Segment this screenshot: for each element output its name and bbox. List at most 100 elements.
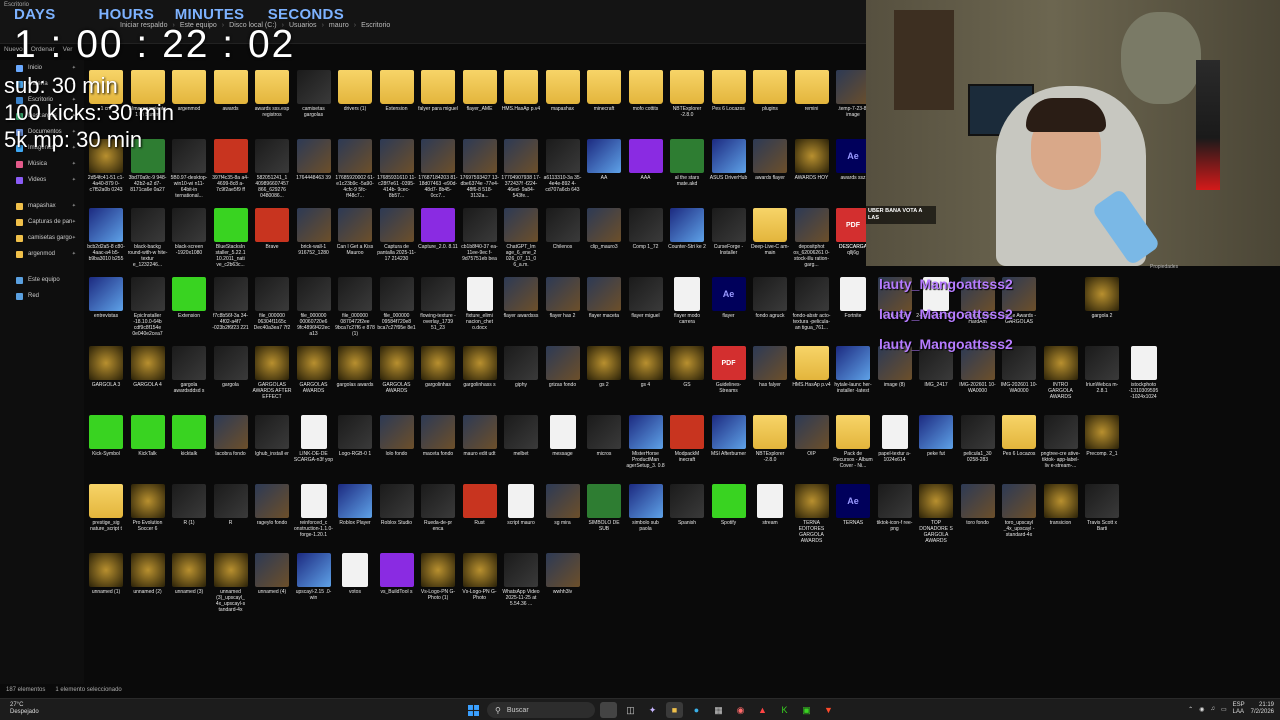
kick-icon[interactable]: K <box>776 702 793 718</box>
desktop-item[interactable]: unnamed (2) <box>128 553 168 595</box>
desktop-item[interactable]: fixture_elimi nacion_chet o.docx <box>460 277 500 331</box>
desktop-item[interactable]: CurseForge - Installer <box>709 208 749 256</box>
store-icon[interactable]: ▦ <box>710 702 727 718</box>
desktop-item[interactable]: GARGOLA 3 <box>86 346 126 388</box>
desktop-item[interactable]: Extension <box>377 70 417 112</box>
desktop-item[interactable]: Chilenos <box>543 208 583 250</box>
desktop-item[interactable]: AAA <box>626 139 666 181</box>
desktop-item[interactable]: Captura de pantalla 2025-11-17 214230 <box>377 208 417 262</box>
desktop-item[interactable]: PDF Guidelines- Streams <box>709 346 749 394</box>
desktop-item[interactable]: Fortnite <box>833 277 873 319</box>
desktop-item[interactable]: drivers (1) <box>335 70 375 112</box>
battery-icon[interactable]: ▭ <box>1221 706 1227 713</box>
desktop-item[interactable]: MSI Afterburner <box>709 415 749 457</box>
desktop-item[interactable]: gargola awardsddsd s <box>169 346 209 394</box>
desktop-item[interactable]: depositphot os_62006261 0-stock-illu rat… <box>792 208 832 268</box>
desktop-item[interactable]: Can I Get a Kiss Mauroo <box>335 208 375 256</box>
desktop-item[interactable]: Capture_2.0. 8.11 <box>418 208 458 250</box>
desktop-item[interactable]: GARGOLAS AWARDS <box>294 346 334 394</box>
desktop-item[interactable]: f7c8b56f-3a 34-4f02-a4f7 -023b2f6f23 221 <box>211 277 251 331</box>
desktop-item[interactable]: awards flayer <box>750 139 790 181</box>
desktop-item[interactable]: 17704907938 17-372437f -f224-46ed- 9a84-… <box>501 139 541 199</box>
desktop-item[interactable]: Vs-Logo-PN G-Photo <box>460 553 500 601</box>
desktop-item[interactable]: flowing-texture -overlay_1739 51_23 <box>418 277 458 331</box>
desktop-item[interactable]: vs_BuildTool s <box>377 553 417 595</box>
desktop-item[interactable]: gargolinhas <box>418 346 458 388</box>
desktop-item[interactable]: pngtree-cre ative-tiktok- app-label-liv … <box>1041 415 1081 469</box>
desktop-item[interactable]: stream <box>750 484 790 526</box>
desktop-item[interactable]: hytale-launc her-installer -latest <box>833 346 873 394</box>
desktop-item[interactable]: BlueStacksIn staller_5.22.1 10.2011_nati… <box>211 208 251 268</box>
desktop-item[interactable]: Ae TERNAS <box>833 484 873 526</box>
desktop-item[interactable]: black-screen -1920x1080 <box>169 208 209 256</box>
desktop-item[interactable]: GARGOLAS AWARDS AFTER EFFECT <box>252 346 292 400</box>
desktop-item[interactable]: papel-textur a-1024x614 <box>875 415 915 463</box>
desktop-item[interactable]: lacobra fondo <box>211 415 251 457</box>
desktop-item[interactable]: entrevistas <box>86 277 126 319</box>
desktop-item[interactable]: al the stars mate.akd <box>667 139 707 187</box>
desktop-item[interactable]: SIMBOLO DE SUB <box>584 484 624 532</box>
desktop-item[interactable]: upscayl-2.15 .0-win <box>294 553 334 601</box>
desktop-item[interactable]: ModpackM inecraft <box>667 415 707 463</box>
desktop-item[interactable]: istockphoto -1310309595 -1024x1024 <box>1124 346 1164 400</box>
context-menu-label[interactable]: Propiedades <box>1150 264 1178 270</box>
desktop-item[interactable]: Spotify <box>709 484 749 526</box>
desktop-item[interactable]: lolo fondo <box>377 415 417 457</box>
taskbar-search[interactable]: ⚲ Buscar <box>487 702 595 718</box>
desktop-item[interactable]: mauro edit udt <box>460 415 500 457</box>
sidebar-item[interactable]: Videos ✦ <box>0 172 84 188</box>
desktop-item[interactable]: awards sss.esp registros <box>252 70 292 118</box>
weather-widget[interactable]: 27°C Despejado <box>10 702 39 716</box>
volume-icon[interactable]: ♫ <box>1210 706 1215 712</box>
desktop-item[interactable]: KickTalk <box>128 415 168 457</box>
desktop-item[interactable]: 17687184203 81-18d07463 -e90d-48d7- 8b45… <box>418 139 458 199</box>
desktop-item[interactable]: cb1b8f40-37 ea-11ee-9ec f-9d75751eb bea <box>460 208 500 262</box>
desktop-item[interactable]: giphy <box>501 346 541 388</box>
desktop-item[interactable]: Pes 6 Locazos <box>709 70 749 112</box>
desktop-item[interactable]: melbet <box>501 415 541 457</box>
desktop-item[interactable]: Spanish <box>667 484 707 526</box>
sidebar-item[interactable]: Este equipo <box>0 272 84 288</box>
desktop-item[interactable]: gargola <box>211 346 251 388</box>
sidebar-item[interactable]: argenmod ✦ <box>0 246 84 262</box>
desktop-item[interactable]: Roblox Player <box>335 484 375 526</box>
desktop-item[interactable]: reinforced_c onstruction-1.1.0-forge-1.2… <box>294 484 334 538</box>
desktop-item[interactable]: lghub_install er <box>252 415 292 457</box>
sidebar-item[interactable]: Red <box>0 288 84 304</box>
desktop-item[interactable]: file_000000 06304f1165c Dec40a3ea7 7f2 <box>252 277 292 331</box>
desktop-item[interactable]: ChatGPT_Im age_6_ene_2 026_07_11_0 6_a.m… <box>501 208 541 268</box>
app-icon[interactable]: ▲ <box>754 702 771 718</box>
desktop-item[interactable]: gs 4 <box>626 346 666 388</box>
desktop-item[interactable]: transicion <box>1041 484 1081 526</box>
desktop-item[interactable]: a6113310-3a 35-4e4e-892 4-cd707a6cb 643 <box>543 139 583 193</box>
brave-icon[interactable]: ▼ <box>820 702 837 718</box>
desktop-item[interactable]: clip_mauro3 <box>584 208 624 250</box>
desktop-item[interactable]: bcb2d2a5-8 c80-4aac-a4 b5-b9ba3010 b255 <box>86 208 126 262</box>
desktop-item[interactable]: Kick-Symbol <box>86 415 126 457</box>
desktop-item[interactable]: flayer maceta <box>584 277 624 319</box>
desktop-item[interactable]: IMG-202601 10-WA0000 <box>958 346 998 394</box>
desktop-item[interactable]: black-backg round-with-w hite-textur e_1… <box>128 208 168 268</box>
desktop-item[interactable]: IriunWebca m-2.8.1 <box>1082 346 1122 394</box>
desktop-item[interactable]: message <box>543 415 583 457</box>
desktop-item[interactable]: flayer awardsss <box>501 277 541 319</box>
task-view-icon[interactable]: ◫ <box>622 702 639 718</box>
desktop-item[interactable]: wwhh3lv <box>543 553 583 595</box>
desktop-item[interactable]: TERNA EDITORES GARGOLA AWARDS <box>792 484 832 544</box>
desktop-item[interactable]: remini <box>792 70 832 112</box>
desktop-item[interactable]: Travis Scott x Barti <box>1082 484 1122 532</box>
edge-icon[interactable]: ● <box>688 702 705 718</box>
desktop-item[interactable]: NBTExplorer -2.8.0 <box>750 415 790 463</box>
desktop-item[interactable]: unnamed (3) <box>169 553 209 595</box>
desktop-item[interactable]: file_000000 09584f720e8 bca7c27f95e 8e1 <box>377 277 417 331</box>
chevron-up-icon[interactable]: ⌃ <box>1188 706 1193 713</box>
desktop-item[interactable]: micros <box>584 415 624 457</box>
desktop-item[interactable]: gs 2 <box>584 346 624 388</box>
desktop-item[interactable]: peke fut <box>916 415 956 457</box>
desktop-item[interactable]: votos <box>335 553 375 595</box>
sidebar-item[interactable]: Capturas de pan ✦ <box>0 214 84 230</box>
desktop-item[interactable]: mapashax <box>543 70 583 112</box>
sidebar-item[interactable]: mapashax ✦ <box>0 198 84 214</box>
desktop-item[interactable]: rageylo fondo <box>252 484 292 526</box>
desktop-item[interactable]: Rust <box>460 484 500 526</box>
